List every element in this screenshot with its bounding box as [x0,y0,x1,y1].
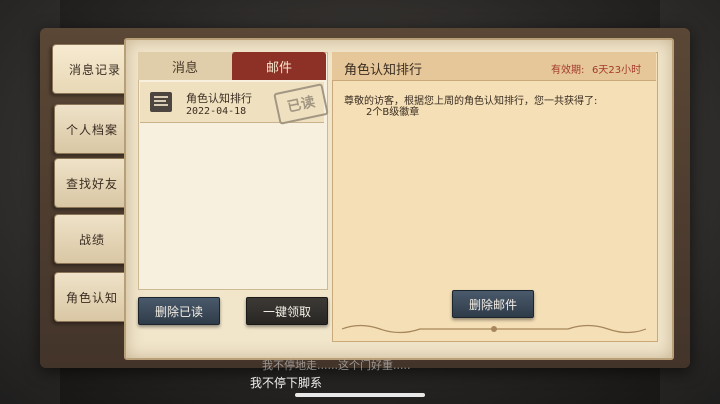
collect-all-button[interactable]: 一键领取 [246,297,328,325]
validity-label: 有效期: [551,65,585,76]
side-tab-record[interactable]: 战绩 [54,214,130,264]
side-tab-label: 查找好友 [65,176,118,191]
collect-all-label: 一键领取 [262,304,311,319]
subtitle-line-1: 我不停地走......这个门好重..... [262,359,411,372]
mail-item-title: 角色认知排行 [186,92,252,105]
read-stamp: 已读 [273,83,329,125]
side-tab-label: 消息记录 [68,62,121,77]
tab-mail[interactable]: 邮件 [232,52,326,80]
message-tabbar: 消息 邮件 [138,52,326,80]
ornament-divider [341,324,647,334]
mail-item-date: 2022-04-18 [186,106,247,117]
home-indicator[interactable] [295,393,425,397]
validity-value: 6天23小时 [592,65,642,76]
mail-subject: 角色认知排行 [344,63,423,78]
tab-messages[interactable]: 消息 [138,52,232,80]
delete-read-label: 删除已读 [154,304,203,319]
side-tab-label: 角色认知 [65,290,118,305]
letter-icon [150,92,172,112]
delete-mail-button[interactable]: 删除邮件 [452,290,534,318]
side-tab-find-friends[interactable]: 查找好友 [54,158,130,208]
tab-mail-label: 邮件 [265,60,292,76]
subtitle-line-2: 我不停下脚系 [250,376,323,390]
game-screen: 消息记录 个人档案 查找好友 战绩 角色认知 消息 邮件 角色认知排行 2022… [0,0,720,404]
mail-reward-text: 2个B级徽章 [366,107,420,118]
side-tab-character-cognition[interactable]: 角色认知 [54,272,130,322]
delete-read-button[interactable]: 删除已读 [138,297,220,325]
side-tab-label: 战绩 [78,232,105,247]
delete-mail-label: 删除邮件 [468,297,517,312]
side-tab-profile[interactable]: 个人档案 [54,104,130,154]
tab-messages-label: 消息 [171,60,198,76]
side-tab-label: 个人档案 [65,122,118,137]
mail-list-item[interactable]: 角色认知排行 2022-04-18 已读 [140,82,329,125]
